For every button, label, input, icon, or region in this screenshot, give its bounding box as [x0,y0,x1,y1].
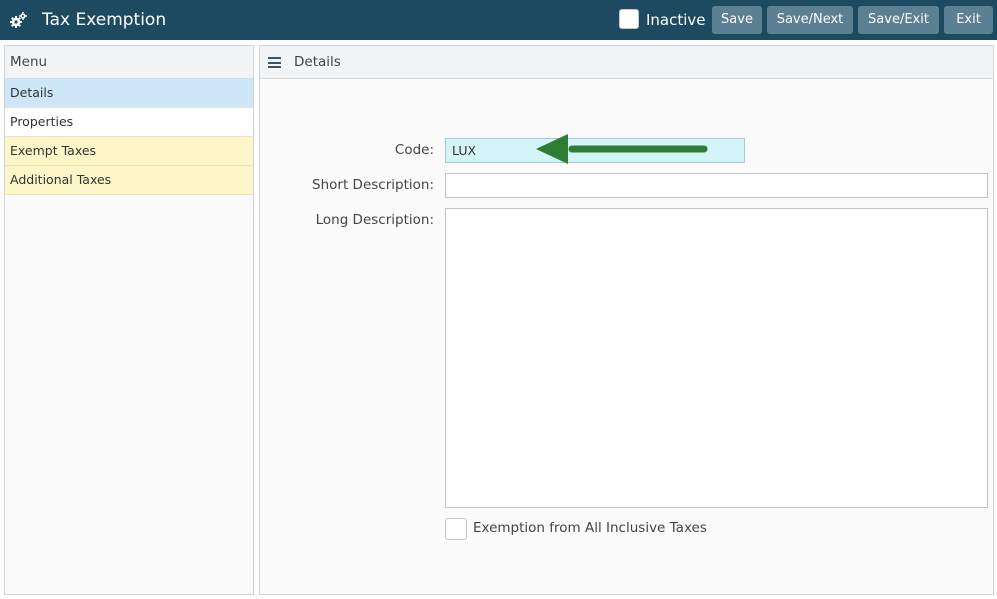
exempt-all-inclusive-label: Exemption from All Inclusive Taxes [473,520,707,536]
inactive-checkbox[interactable] [619,9,639,29]
code-label: Code: [394,142,434,158]
app-title: Tax Exemption [42,10,167,30]
menu-item-details[interactable]: Details [5,79,253,108]
long-description-input[interactable] [445,208,988,508]
inactive-label: Inactive [646,11,706,29]
menu-item-properties[interactable]: Properties [5,108,253,137]
long-description-label: Long Description: [315,212,434,228]
exit-button[interactable]: Exit [944,6,993,34]
short-description-label: Short Description: [312,177,434,193]
save-exit-button[interactable]: Save/Exit [858,6,939,34]
save-next-button[interactable]: Save/Next [767,6,853,34]
short-description-input[interactable] [445,173,988,198]
save-button[interactable]: Save [712,6,762,34]
menu-item-additional-taxes[interactable]: Additional Taxes [5,166,253,195]
details-header: Details [260,46,993,79]
green-arrow-icon [536,134,708,164]
hamburger-icon[interactable] [268,57,281,68]
menu-header: Menu [5,46,253,79]
exempt-all-inclusive-checkbox[interactable] [445,518,467,540]
menu-panel: Menu Details Properties Exempt Taxes Add… [4,45,254,595]
details-title: Details [294,54,341,70]
top-bar: Tax Exemption Inactive Save Save/Next Sa… [0,0,997,40]
gears-icon [10,12,27,28]
menu-item-exempt-taxes[interactable]: Exempt Taxes [5,137,253,166]
